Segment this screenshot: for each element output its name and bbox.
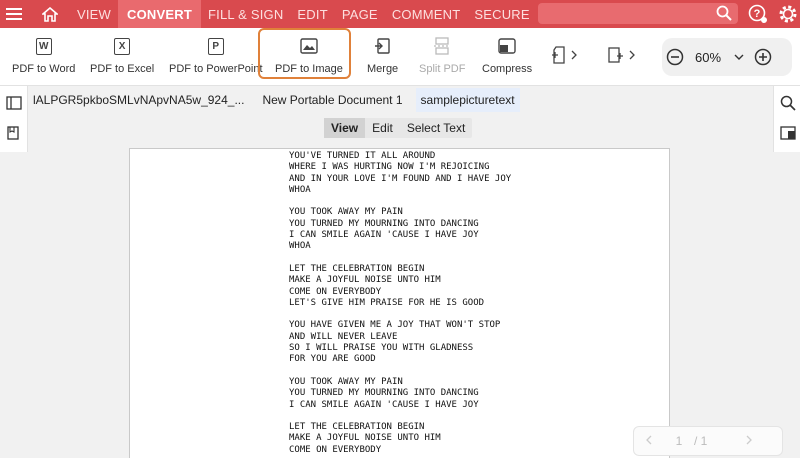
split-icon: [432, 36, 452, 56]
pdf-to-powerpoint-button[interactable]: P PDF to PowerPoint: [169, 36, 263, 75]
nav-tabs: VIEW CONVERT FILL & SIGN EDIT PAGE COMME…: [70, 0, 537, 28]
compress-label: Compress: [482, 63, 533, 75]
compress-button[interactable]: Compress: [482, 36, 532, 75]
merge-button[interactable]: Merge: [367, 36, 398, 75]
select-text-mode-button[interactable]: Select Text: [400, 118, 472, 138]
insert-page-icon: [552, 46, 565, 64]
merge-icon: [373, 36, 393, 56]
merge-label: Merge: [367, 63, 399, 75]
word-icon: W: [34, 36, 54, 56]
zoom-value[interactable]: 60%: [688, 50, 728, 65]
document-tabs: lALPGR5pkboSMLvNApvNA5w_924_... New Port…: [28, 88, 528, 114]
chevron-left-icon[interactable]: [634, 434, 664, 448]
pdf-to-excel-label: PDF to Excel: [90, 63, 155, 75]
total-pages: / 1: [694, 434, 708, 448]
view-mode-button[interactable]: View: [324, 118, 366, 138]
split-pdf-button[interactable]: Split PDF: [419, 36, 465, 75]
add-page-button[interactable]: [607, 46, 635, 64]
zoom-in-icon[interactable]: [750, 48, 776, 66]
search-input[interactable]: [538, 3, 738, 24]
properties-panel-icon[interactable]: [780, 126, 796, 145]
search-icon[interactable]: [716, 5, 732, 26]
powerpoint-icon: P: [206, 36, 226, 56]
insert-page-button[interactable]: [551, 46, 577, 64]
tab-secure[interactable]: SECURE: [467, 0, 536, 28]
tab-page[interactable]: PAGE: [335, 0, 385, 28]
pdf-to-word-button[interactable]: W PDF to Word: [12, 36, 75, 75]
view-mode-switcher: View Edit Select Text: [324, 118, 473, 138]
tab-edit[interactable]: EDIT: [290, 0, 334, 28]
tab-convert[interactable]: CONVERT: [118, 0, 201, 28]
pdf-to-word-label: PDF to Word: [12, 63, 76, 75]
zoom-control: 60%: [662, 38, 792, 76]
convert-toolbar: W PDF to Word X PDF to Excel P PDF to Po…: [0, 28, 800, 86]
add-page-icon: [608, 47, 623, 63]
home-icon[interactable]: [34, 0, 66, 28]
page-navigator: 1 / 1: [633, 426, 783, 456]
current-page-input[interactable]: 1: [664, 434, 694, 448]
doc-tab-3[interactable]: samplepicturetext: [415, 88, 520, 112]
tab-comment[interactable]: COMMENT: [385, 0, 468, 28]
hamburger-menu-icon[interactable]: [0, 0, 28, 28]
thumbnails-panel-icon[interactable]: [6, 96, 22, 115]
left-side-panel: [0, 86, 28, 152]
search-icon[interactable]: [780, 95, 796, 116]
excel-icon: X: [112, 36, 132, 56]
page-text: YOU'VE TURNED IT ALL AROUND WHERE I WAS …: [289, 151, 512, 455]
chevron-right-icon: [571, 50, 577, 60]
pdf-to-image-highlight: [258, 28, 351, 79]
compress-icon: [497, 36, 517, 56]
chevron-right-icon[interactable]: [734, 434, 764, 448]
tab-fill-sign[interactable]: FILL & SIGN: [201, 0, 290, 28]
bookmark-icon[interactable]: [6, 126, 20, 145]
pdf-to-excel-button[interactable]: X PDF to Excel: [90, 36, 154, 75]
doc-tab-1[interactable]: lALPGR5pkboSMLvNApvNA5w_924_...: [28, 88, 249, 112]
pdf-page: YOU'VE TURNED IT ALL AROUND WHERE I WAS …: [129, 148, 670, 458]
chevron-right-icon: [629, 50, 635, 60]
tab-view[interactable]: VIEW: [70, 0, 118, 28]
doc-tab-2[interactable]: New Portable Document 1: [257, 88, 407, 112]
help-icon[interactable]: ?: [748, 4, 768, 29]
top-navigation-bar: VIEW CONVERT FILL & SIGN EDIT PAGE COMME…: [0, 0, 800, 28]
split-pdf-label: Split PDF: [419, 63, 466, 75]
edit-mode-button[interactable]: Edit: [365, 118, 400, 138]
svg-text:?: ?: [754, 8, 761, 20]
gear-icon[interactable]: [778, 4, 798, 29]
right-side-panel: [773, 86, 800, 152]
pdf-to-powerpoint-label: PDF to PowerPoint: [169, 63, 263, 75]
chevron-down-icon[interactable]: [728, 54, 750, 60]
zoom-out-icon[interactable]: [662, 48, 688, 66]
